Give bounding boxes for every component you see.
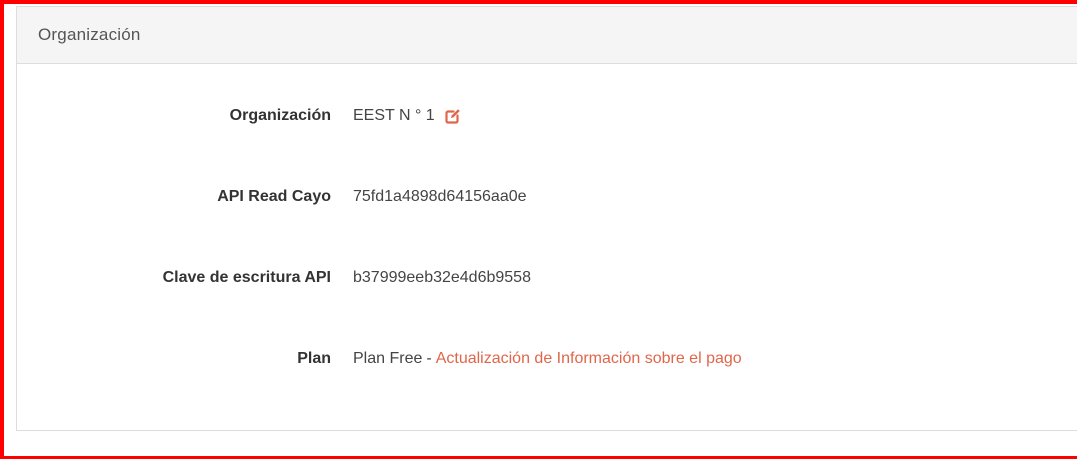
organization-panel: Organización Organización EEST N ° 1 API…	[16, 6, 1077, 431]
update-payment-link[interactable]: Actualización de Información sobre el pa…	[436, 350, 742, 368]
api-read-key-label: API Read Cayo	[217, 188, 331, 205]
plan-value: Plan Free	[353, 350, 423, 367]
edit-icon[interactable]	[445, 108, 461, 124]
panel-heading: Organización	[17, 7, 1077, 64]
organization-value: EEST N ° 1	[353, 107, 435, 124]
api-write-key-value: b37999eeb32e4d6b9558	[353, 269, 531, 286]
plan-separator: -	[426, 350, 432, 367]
api-write-key-label: Clave de escritura API	[162, 269, 331, 286]
organization-label: Organización	[229, 107, 331, 124]
api-read-key-value: 75fd1a4898d64156aa0e	[353, 188, 527, 205]
field-row-api-write-key: Clave de escritura API b37999eeb32e4d6b9…	[17, 266, 531, 290]
organization-value-wrap: EEST N ° 1	[353, 107, 461, 125]
field-row-plan: Plan Plan Free - Actualización de Inform…	[17, 347, 742, 371]
field-row-api-read-key: API Read Cayo 75fd1a4898d64156aa0e	[17, 185, 527, 209]
plan-label: Plan	[297, 350, 331, 367]
field-row-organization: Organización EEST N ° 1	[17, 104, 461, 128]
plan-value-wrap: Plan Free - Actualización de Información…	[353, 350, 742, 368]
panel-title: Organización	[38, 25, 141, 44]
